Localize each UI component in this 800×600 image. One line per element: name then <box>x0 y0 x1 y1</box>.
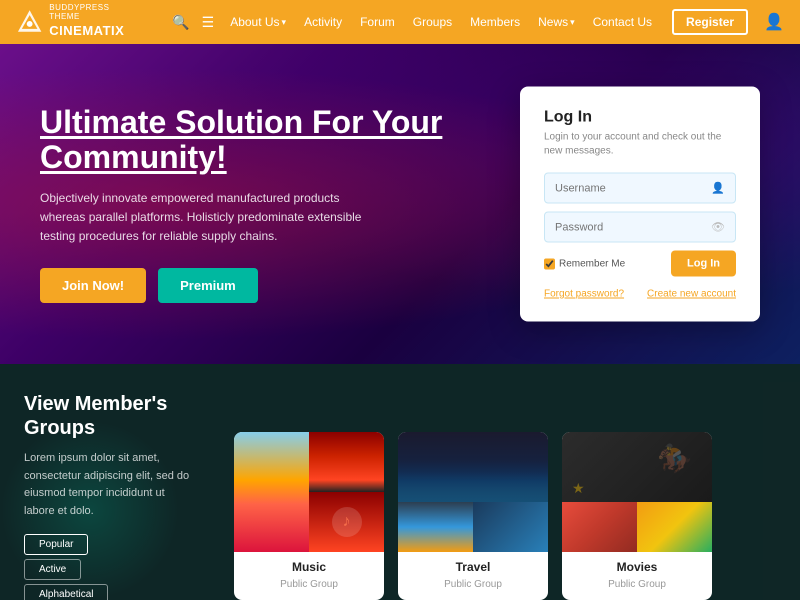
menu-icon[interactable]: ☰ <box>202 14 215 31</box>
group-type-travel: Public Group <box>444 579 502 590</box>
group-name-travel: Travel <box>408 560 538 574</box>
create-account-link[interactable]: Create new account <box>647 289 736 300</box>
premium-button[interactable]: Premium <box>158 268 258 303</box>
logo-text: BUDDYPRESS THEME CINEMATIX <box>49 4 140 40</box>
members-section: View Member's Groups Lorem ipsum dolor s… <box>0 364 800 600</box>
groups-container: ♪ Music Public Group <box>220 364 800 600</box>
nav-contact[interactable]: Contact Us <box>585 11 660 33</box>
logo-icon <box>16 8 43 36</box>
login-footer: Forgot password? Create new account <box>544 289 736 300</box>
nav-groups[interactable]: Groups <box>405 11 460 33</box>
hero-subtitle: Objectively innovate empowered manufactu… <box>40 189 380 247</box>
filter-popular-button[interactable]: Popular <box>24 534 88 555</box>
username-icon: 👤 <box>711 182 725 195</box>
join-now-button[interactable]: Join Now! <box>40 268 146 303</box>
hero-section: Ultimate Solution For Your Community! Ob… <box>0 44 800 364</box>
password-field-wrapper: 👁 <box>544 212 736 243</box>
username-field-wrapper: 👤 <box>544 173 736 204</box>
user-icon[interactable]: 👤 <box>764 12 784 32</box>
hero-buttons: Join Now! Premium <box>40 268 460 303</box>
search-icon[interactable]: 🔍 <box>172 14 189 31</box>
nav-forum[interactable]: Forum <box>352 11 403 33</box>
login-description: Login to your account and check out the … <box>544 131 736 159</box>
group-info-movies: Movies Public Group <box>562 552 712 600</box>
password-toggle-icon[interactable]: 👁 <box>711 221 725 234</box>
nav-members[interactable]: Members <box>462 11 528 33</box>
password-input[interactable] <box>555 221 700 233</box>
group-images-movies: 🏇 ★ <box>562 432 712 552</box>
login-title: Log In <box>544 109 736 127</box>
group-card-music[interactable]: ♪ Music Public Group <box>234 432 384 600</box>
group-info-travel: Travel Public Group <box>398 552 548 600</box>
logo[interactable]: BUDDYPRESS THEME CINEMATIX <box>16 4 140 40</box>
group-type-movies: Public Group <box>608 579 666 590</box>
filter-buttons: Popular Active Alphabetical <box>24 534 196 600</box>
hero-content: Ultimate Solution For Your Community! Ob… <box>40 105 460 304</box>
members-section-title: View Member's Groups <box>24 392 196 440</box>
group-card-movies[interactable]: 🏇 ★ Movies Public Group <box>562 432 712 600</box>
hero-title: Ultimate Solution For Your Community! <box>40 105 460 175</box>
group-type-music: Public Group <box>280 579 338 590</box>
group-info-music: Music Public Group <box>234 552 384 600</box>
nav-about-us[interactable]: About Us <box>222 11 294 33</box>
group-card-travel[interactable]: Travel Public Group <box>398 432 548 600</box>
group-name-movies: Movies <box>572 560 702 574</box>
login-card: Log In Login to your account and check o… <box>520 87 760 322</box>
login-options-row: Remember Me Log In <box>544 251 736 277</box>
group-images-music: ♪ <box>234 432 384 552</box>
nav-icons: 🔍 ☰ <box>172 14 214 31</box>
nav-links: About Us Activity Forum Groups Members N… <box>222 11 660 33</box>
filter-alphabetical-button[interactable]: Alphabetical <box>24 584 108 600</box>
register-button[interactable]: Register <box>672 9 748 35</box>
group-name-music: Music <box>244 560 374 574</box>
members-section-description: Lorem ipsum dolor sit amet, consectetur … <box>24 450 196 520</box>
filter-active-button[interactable]: Active <box>24 559 81 580</box>
login-button[interactable]: Log In <box>671 251 736 277</box>
forgot-password-link[interactable]: Forgot password? <box>544 289 624 300</box>
remember-me-checkbox[interactable] <box>544 258 555 269</box>
nav-activity[interactable]: Activity <box>296 11 350 33</box>
nav-news[interactable]: News <box>530 11 583 33</box>
remember-me-label: Remember Me <box>544 258 625 269</box>
navbar: BUDDYPRESS THEME CINEMATIX 🔍 ☰ About Us … <box>0 0 800 44</box>
group-images-travel <box>398 432 548 552</box>
username-input[interactable] <box>555 182 700 194</box>
members-info: View Member's Groups Lorem ipsum dolor s… <box>0 364 220 600</box>
